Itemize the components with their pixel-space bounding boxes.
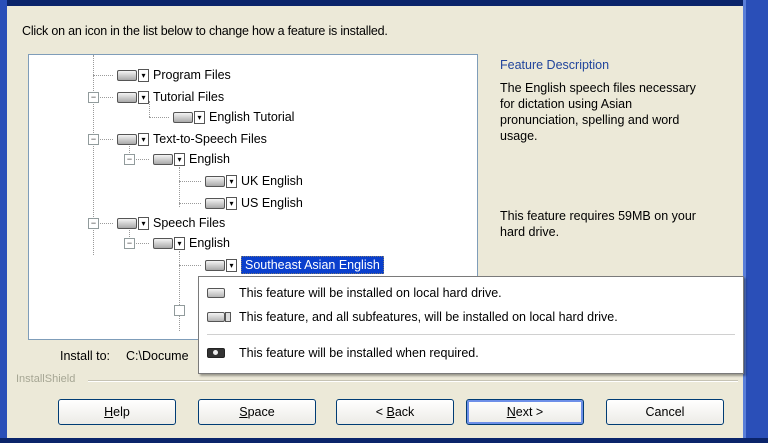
tree-item-tts-english[interactable]: ▾ English	[153, 148, 230, 170]
tree-item-us-english[interactable]: ▾ US English	[205, 192, 303, 214]
collapse-icon[interactable]: −	[124, 154, 135, 165]
tree-line	[179, 265, 201, 266]
tree-item-label: English	[189, 152, 230, 166]
space-button[interactable]: Space	[198, 399, 316, 425]
install-to-label: Install to:	[60, 349, 111, 363]
tree-item-label: Tutorial Files	[153, 90, 225, 104]
collapse-icon[interactable]: −	[124, 238, 135, 249]
installshield-brand: InstallShield	[16, 373, 76, 385]
window-frame-bottom	[0, 438, 768, 443]
menu-item-label: This feature will be installed when requ…	[239, 346, 479, 360]
tree-line	[179, 203, 201, 204]
window-frame-right	[746, 0, 768, 443]
tree-item-speech-english[interactable]: ▾ English	[153, 232, 230, 254]
cancel-button[interactable]: Cancel	[606, 399, 724, 425]
hard-drive-dropdown-icon[interactable]: ▾	[117, 90, 149, 104]
collapse-icon[interactable]: −	[88, 92, 99, 103]
feature-description-text: The English speech files necessary for d…	[500, 81, 696, 143]
tree-line	[179, 167, 180, 207]
menu-item-label: This feature will be installed on local …	[239, 286, 502, 300]
tree-item-label-selected: Southeast Asian English	[241, 256, 384, 274]
install-on-demand-icon	[207, 348, 233, 358]
help-button[interactable]: Help	[58, 399, 176, 425]
hard-drive-dropdown-icon[interactable]: ▾	[173, 110, 205, 124]
tree-item-speech-files[interactable]: ▾ Speech Files	[117, 212, 225, 234]
hard-drive-icon	[207, 288, 233, 298]
menu-item-label: This feature, and all subfeatures, will …	[239, 310, 618, 324]
tree-line	[179, 251, 180, 331]
collapse-icon[interactable]: −	[88, 218, 99, 229]
tree-line	[179, 181, 201, 182]
hard-drive-dropdown-icon[interactable]: ▾	[117, 216, 149, 230]
collapse-icon[interactable]: −	[88, 134, 99, 145]
tree-item-label: English	[189, 236, 230, 250]
tree-item-label: English Tutorial	[209, 110, 295, 124]
tree-item-english-tutorial[interactable]: ▾ English Tutorial	[173, 106, 294, 128]
window-frame-left	[0, 0, 7, 443]
instruction-text: Click on an icon in the list below to ch…	[22, 24, 388, 38]
tree-item-label: Speech Files	[153, 216, 226, 230]
tree-item-label: Text-to-Speech Files	[153, 132, 267, 146]
tree-item-label: US English	[241, 196, 303, 210]
hard-drive-dropdown-icon[interactable]: ▾	[117, 68, 149, 82]
hard-drive-dropdown-icon[interactable]: ▾	[205, 174, 237, 188]
feature-description-title: Feature Description	[500, 58, 610, 72]
install-option-menu: This feature will be installed on local …	[198, 276, 744, 374]
tree-item-text-to-speech-files[interactable]: ▾ Text-to-Speech Files	[117, 128, 267, 150]
window-frame-top	[0, 0, 768, 6]
separator-line	[88, 380, 738, 382]
menu-item-install-local[interactable]: This feature will be installed on local …	[199, 281, 743, 305]
hard-drive-dropdown-icon[interactable]: ▾	[153, 152, 185, 166]
tree-line	[149, 117, 169, 118]
tree-line	[93, 75, 113, 76]
tree-item-uk-english[interactable]: ▾ UK English	[205, 170, 303, 192]
hard-drive-dropdown-icon[interactable]: ▾	[117, 132, 149, 146]
tree-item-tutorial-files[interactable]: ▾ Tutorial Files	[117, 86, 224, 108]
tree-item-program-files[interactable]: ▾ Program Files	[117, 64, 231, 86]
menu-item-install-on-demand[interactable]: This feature will be installed when requ…	[199, 341, 743, 365]
hard-drive-subfeatures-icon	[207, 312, 233, 322]
install-to-path: C:\Docume	[126, 349, 189, 363]
menu-separator	[207, 334, 735, 335]
hard-drive-dropdown-icon[interactable]: ▾	[205, 258, 237, 272]
tree-item-southeast-asian-english[interactable]: ▾ Southeast Asian English	[205, 254, 384, 276]
hard-drive-dropdown-icon[interactable]: ▾	[205, 196, 237, 210]
next-button[interactable]: Next >	[466, 399, 584, 425]
back-button[interactable]: < Back	[336, 399, 454, 425]
hard-drive-dropdown-icon[interactable]: ▾	[153, 236, 185, 250]
tree-item-label: Program Files	[153, 68, 231, 82]
tree-item-label: UK English	[241, 174, 303, 188]
feature-requirement-text: This feature requires 59MB on your hard …	[500, 209, 696, 239]
menu-item-install-local-all[interactable]: This feature, and all subfeatures, will …	[199, 305, 743, 329]
collapse-icon[interactable]	[174, 305, 185, 316]
